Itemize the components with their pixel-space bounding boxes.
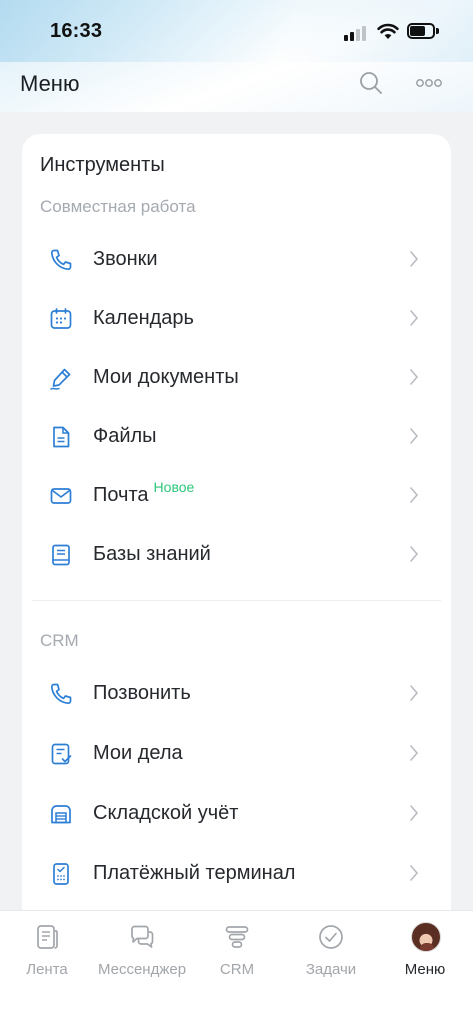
- menu-item-label: Базы знаний: [93, 543, 211, 565]
- menu-item-label: Календарь: [93, 307, 194, 329]
- more-dots-icon: [416, 79, 442, 87]
- chevron-right-icon: [410, 805, 419, 821]
- tab-label: Мессенджер: [97, 961, 187, 978]
- tab-label: Лента: [26, 961, 68, 978]
- warehouse-icon: [51, 805, 71, 824]
- menu-item-my-tasks[interactable]: Мои дела: [22, 724, 451, 783]
- menu-card: Инструменты Совместная работа Звонки Кал…: [22, 134, 451, 934]
- chevron-right-icon: [410, 251, 419, 267]
- chevron-right-icon: [410, 310, 419, 326]
- tab-messenger[interactable]: Мессенджер: [95, 911, 189, 991]
- book-icon: [52, 544, 70, 566]
- menu-item-calls[interactable]: Звонки: [22, 230, 451, 289]
- menu-item-knowledge-base[interactable]: Базы знаний: [22, 525, 451, 584]
- status-bar: 16:33: [0, 0, 473, 62]
- payment-terminal-icon: [53, 863, 69, 885]
- menu-item-label-text: Почта: [93, 484, 149, 506]
- tasks-icon: [319, 925, 343, 949]
- search-button[interactable]: [356, 68, 386, 98]
- tab-feed[interactable]: Лента: [0, 911, 94, 991]
- menu-item-label: Складской учёт: [93, 802, 239, 824]
- chevron-right-icon: [410, 369, 419, 385]
- phone-icon: [50, 249, 72, 271]
- cellular-signal-icon: [344, 25, 370, 41]
- tab-label: Задачи: [305, 961, 357, 978]
- avatar: [411, 922, 441, 952]
- section-divider: [32, 600, 441, 601]
- menu-item-documents[interactable]: Мои документы: [22, 348, 451, 407]
- chevron-right-icon: [410, 745, 419, 761]
- chevron-right-icon: [410, 685, 419, 701]
- chevron-right-icon: [410, 487, 419, 503]
- more-button[interactable]: [414, 68, 444, 98]
- menu-item-calendar[interactable]: Календарь: [22, 289, 451, 348]
- new-badge: Новое: [153, 479, 195, 495]
- messenger-icon: [131, 925, 154, 948]
- section-subtitle-collaboration: Совместная работа: [40, 197, 196, 216]
- chevron-right-icon: [410, 428, 419, 444]
- status-time: 16:33: [50, 20, 103, 42]
- menu-item-label: Почта Новое: [93, 479, 194, 507]
- menu-item-label: Звонки: [93, 248, 158, 270]
- menu-item-label: Платёжный терминал: [93, 862, 296, 884]
- menu-item-label: Мои дела: [93, 742, 183, 764]
- feed-icon: [37, 925, 58, 949]
- tab-label: CRM: [219, 961, 255, 978]
- menu-item-files[interactable]: Файлы: [22, 407, 451, 466]
- wifi-icon: [377, 23, 399, 39]
- chevron-right-icon: [410, 546, 419, 562]
- tab-label: Меню: [404, 961, 446, 978]
- tasks-list-icon: [51, 743, 72, 765]
- menu-item-label: Позвонить: [93, 682, 191, 704]
- calendar-icon: [50, 308, 72, 329]
- section-subtitle-crm: CRM: [40, 631, 79, 650]
- menu-item-warehouse[interactable]: Складской учёт: [22, 784, 451, 843]
- menu-item-label: Мои документы: [93, 366, 239, 388]
- file-icon: [53, 426, 70, 448]
- menu-item-label: Файлы: [93, 425, 157, 447]
- tab-tasks[interactable]: Задачи: [284, 911, 378, 991]
- phone-icon: [50, 683, 72, 705]
- page-title: Меню: [20, 71, 80, 96]
- mail-icon: [50, 488, 72, 504]
- battery-icon: [407, 23, 439, 39]
- search-icon: [360, 72, 382, 94]
- tab-crm[interactable]: CRM: [190, 911, 284, 991]
- menu-item-payment-terminal[interactable]: Платёжный терминал: [22, 844, 451, 903]
- section-title-tools: Инструменты: [40, 154, 165, 176]
- tab-menu[interactable]: Меню: [378, 911, 472, 991]
- chevron-right-icon: [410, 865, 419, 881]
- pen-icon: [50, 368, 71, 390]
- bottom-tab-bar: Лента Мессенджер CRM Задачи Меню: [0, 910, 473, 1024]
- menu-item-mail[interactable]: Почта Новое: [22, 466, 451, 525]
- crm-icon: [225, 926, 249, 948]
- menu-item-call[interactable]: Позвонить: [22, 664, 451, 723]
